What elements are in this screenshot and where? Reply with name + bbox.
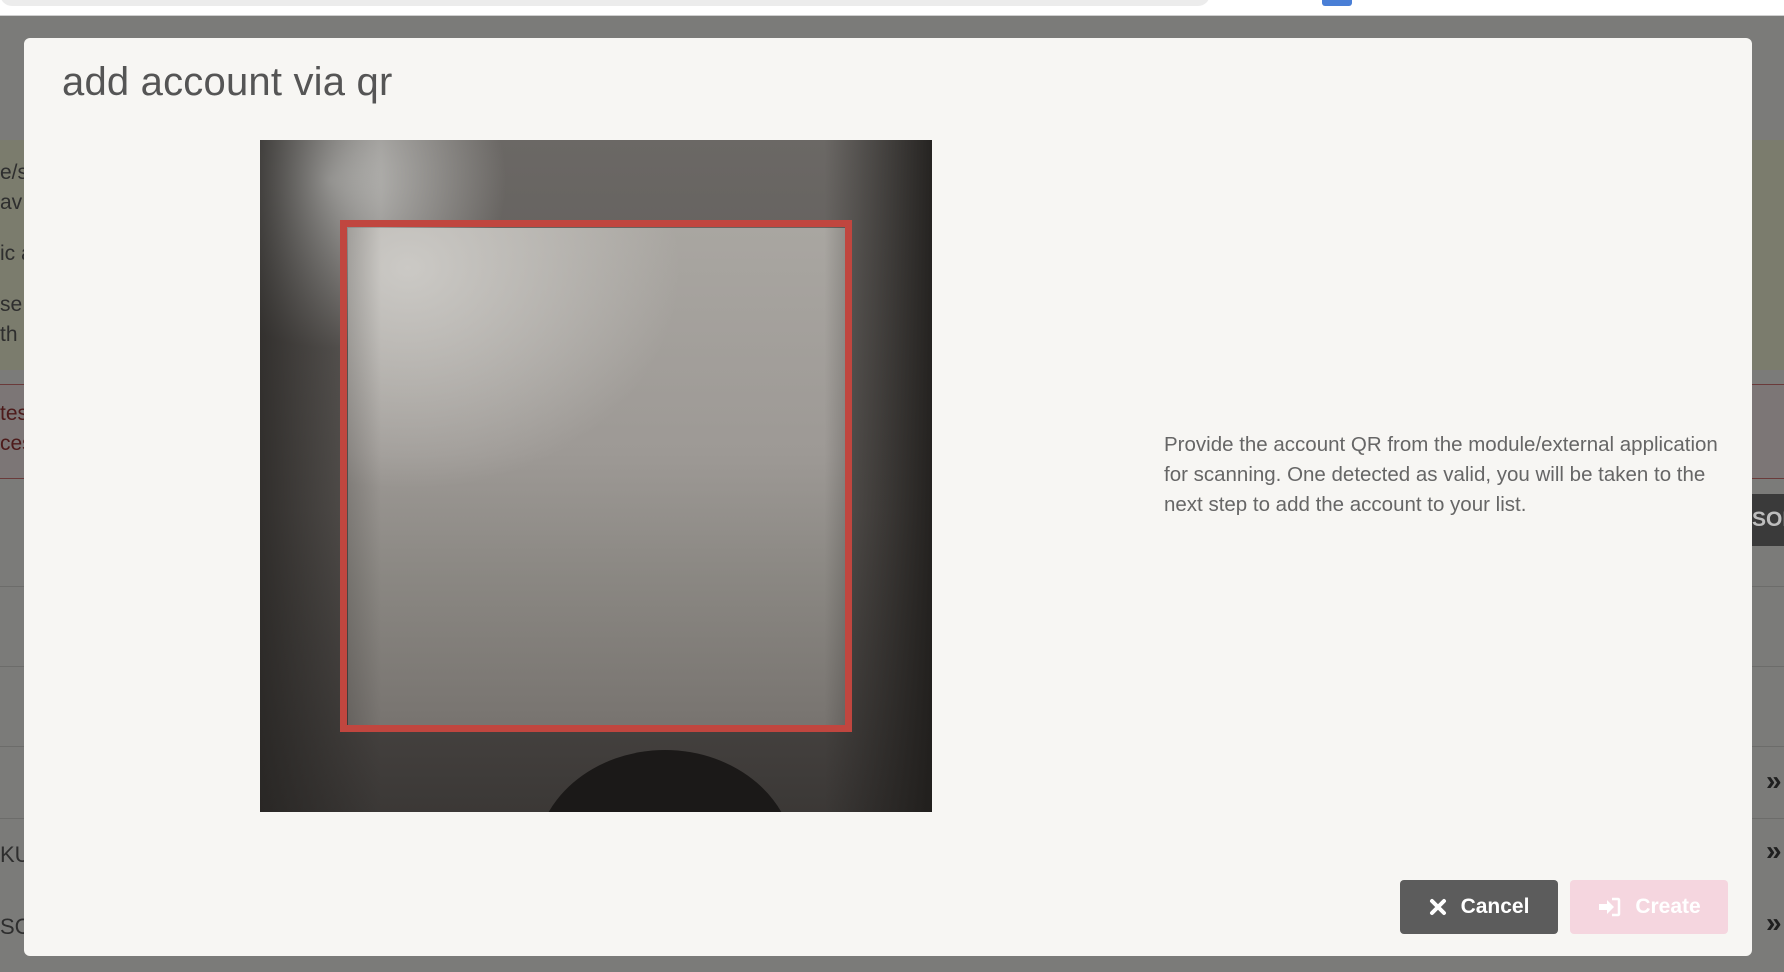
extension-icon [1322, 0, 1352, 6]
browser-top-bar [0, 0, 1784, 16]
chevron-right-icon: » [1766, 765, 1782, 796]
background-button: SON [1750, 494, 1784, 546]
background-text: th [0, 323, 18, 346]
sign-in-icon [1599, 897, 1621, 917]
chevron-right-icon: » [1766, 907, 1782, 938]
scan-instructions: Provide the account QR from the module/e… [1164, 433, 1718, 516]
close-icon [1429, 899, 1446, 915]
cancel-button[interactable]: Cancel [1400, 880, 1558, 934]
background-text: se [0, 293, 23, 316]
qr-camera-preview [260, 140, 932, 812]
add-account-qr-modal: add account via qr Provide the account Q… [24, 38, 1752, 956]
address-bar [0, 0, 1210, 6]
chevron-right-icon: » [1766, 835, 1782, 866]
create-button-label: Create [1635, 895, 1701, 918]
qr-scan-frame [340, 220, 852, 732]
cancel-button-label: Cancel [1460, 895, 1530, 918]
modal-title: add account via qr [62, 60, 393, 104]
create-button[interactable]: Create [1570, 880, 1728, 934]
background-text: av [0, 191, 23, 214]
